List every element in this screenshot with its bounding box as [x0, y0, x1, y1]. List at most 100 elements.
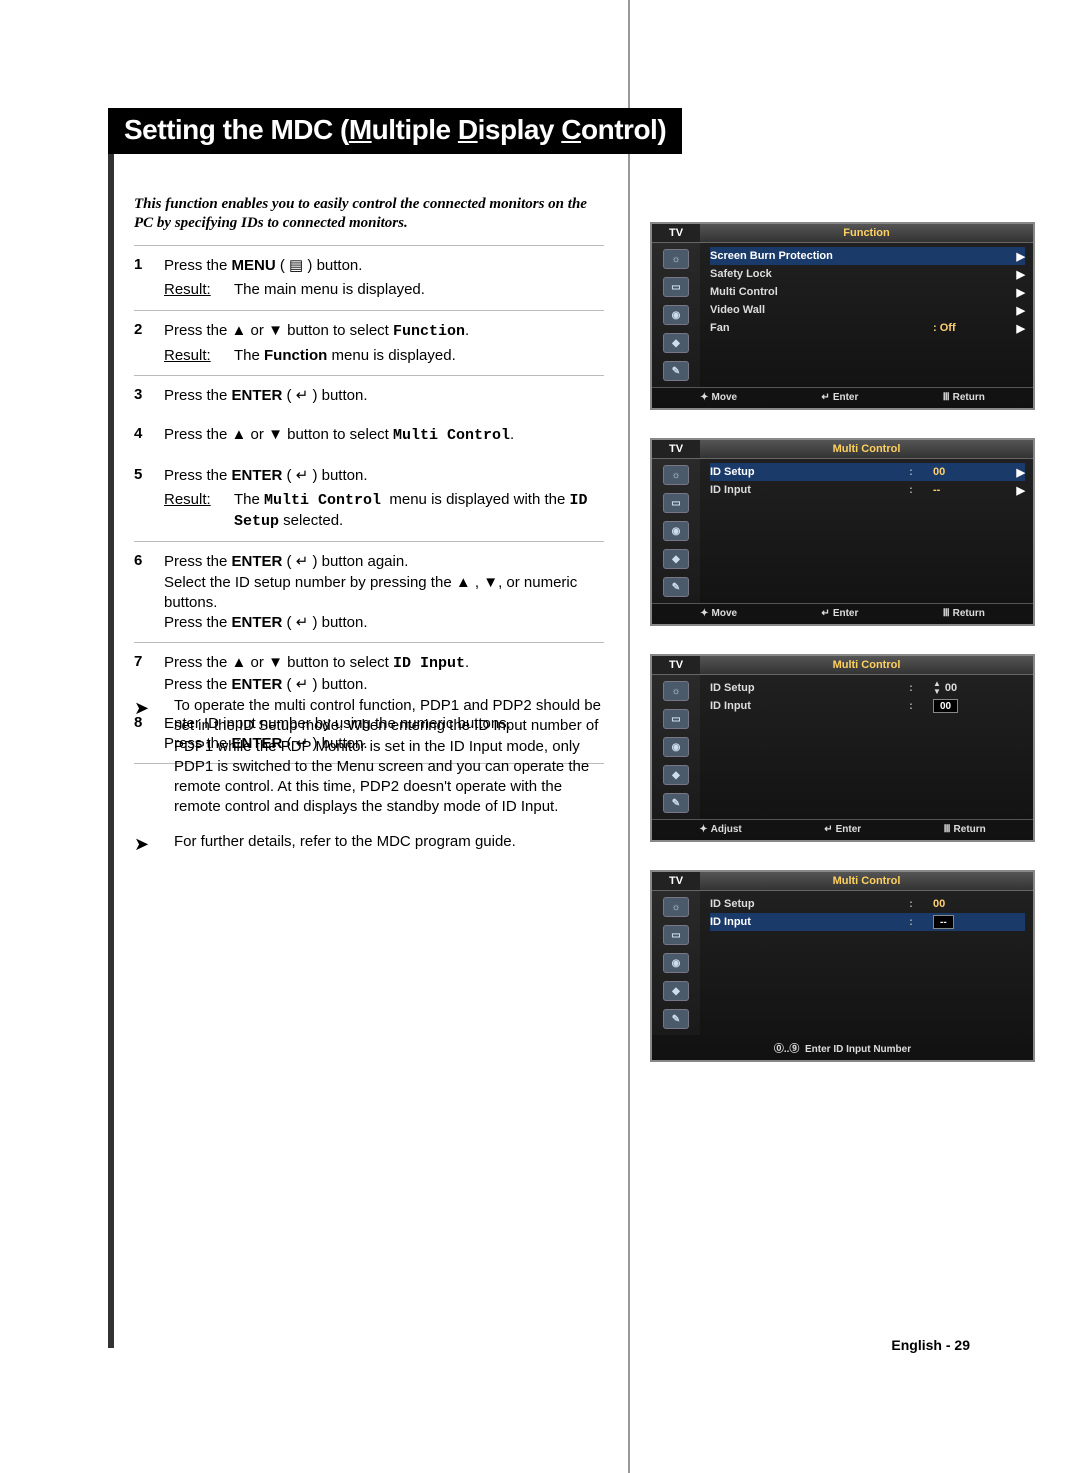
updown-icon: ✦ — [699, 824, 707, 835]
osd-menu-item: Multi Control▶ — [710, 283, 1025, 301]
chevron-right-icon: ▶ — [1007, 484, 1025, 497]
osd-cat-icon: ◉ — [663, 521, 689, 541]
osd-item-label: ID Setup — [710, 898, 889, 910]
osd-menu-item: Video Wall▶ — [710, 301, 1025, 319]
osd-cat-icon: ☼ — [663, 465, 689, 485]
osd-cat-icon: ▭ — [663, 925, 689, 945]
enter-icon: ↵ — [821, 392, 829, 403]
return-icon: Ⅲ — [944, 824, 951, 835]
numeric-icon: ⓪..⑨ — [774, 1044, 800, 1055]
return-icon: Ⅲ — [943, 608, 950, 619]
osd-footer: ✦ Move ↵ Enter Ⅲ Return — [652, 603, 1033, 621]
osd-value: -- — [933, 484, 1007, 496]
osd-menu-item: Safety Lock▶ — [710, 265, 1025, 283]
osd-header: TV Multi Control — [652, 656, 1033, 675]
osd-cat-icon: ◉ — [663, 953, 689, 973]
osd-multi-control-adjust: TV Multi Control ☼ ▭ ◉ ◆ ✎ ID Setup:▲▼00… — [650, 654, 1035, 842]
osd-function-menu: TV Function ☼ ▭ ◉ ◆ ✎ Screen Burn Protec… — [650, 222, 1035, 410]
step-text: Press the ENTER ( ↵ ) button again.Selec… — [164, 552, 604, 633]
step-text: Press the ▲ or ▼ button to select Functi… — [164, 321, 604, 367]
step-number: 4 — [134, 425, 164, 446]
spinner-icon: ▲▼ — [933, 680, 941, 696]
osd-cat-icon: ◆ — [663, 981, 689, 1001]
osd-category-icons: ☼ ▭ ◉ ◆ ✎ — [652, 459, 700, 603]
osd-footer: ⓪..⑨ Enter ID Input Number — [652, 1035, 1033, 1057]
chevron-right-icon: ▶ — [1007, 322, 1025, 335]
step-text: Press the ENTER ( ↵ ) button. — [164, 386, 604, 406]
osd-category-icons: ☼ ▭ ◉ ◆ ✎ — [652, 675, 700, 819]
osd-source-label: TV — [652, 440, 700, 458]
osd-cat-icon: ▭ — [663, 277, 689, 297]
chevron-right-icon: ▶ — [1007, 304, 1025, 317]
step-number: 1 — [134, 256, 164, 301]
osd-value: 00 — [933, 898, 1007, 910]
osd-source-label: TV — [652, 224, 700, 242]
note-text: For further details, refer to the MDC pr… — [174, 832, 604, 856]
step-number: 2 — [134, 321, 164, 367]
osd-cat-icon: ◉ — [663, 737, 689, 757]
osd-category-icons: ☼ ▭ ◉ ◆ ✎ — [652, 243, 700, 387]
result-label: Result: — [164, 490, 234, 533]
step-row: 3 Press the ENTER ( ↵ ) button. — [134, 375, 604, 415]
note-arrow-icon: ➤ — [134, 696, 174, 818]
osd-rows: ID Setup:▲▼00ID Input:00 — [700, 675, 1033, 819]
osd-cat-icon: ☼ — [663, 249, 689, 269]
result-body: The main menu is displayed. — [234, 280, 604, 300]
osd-boxed-value: 00 — [933, 699, 958, 713]
osd-item-label: ID Input — [710, 484, 889, 496]
osd-boxed-value: -- — [933, 915, 954, 929]
return-icon: Ⅲ — [943, 392, 950, 403]
osd-cat-icon: ▭ — [663, 709, 689, 729]
osd-header: TV Multi Control — [652, 440, 1033, 459]
step-text: Press the ▲ or ▼ button to select ID Inp… — [164, 653, 604, 695]
updown-icon: ✦ — [700, 392, 708, 403]
enter-icon: ↵ — [821, 608, 829, 619]
step-row: 7 Press the ▲ or ▼ button to select ID I… — [134, 642, 604, 704]
enter-icon: ↵ — [824, 824, 832, 835]
step-number: 5 — [134, 466, 164, 533]
page-title: Setting the MDC (Multiple Display Contro… — [108, 108, 682, 154]
notes-block: ➤To operate the multi control function, … — [134, 696, 604, 870]
osd-cat-icon: ◆ — [663, 765, 689, 785]
osd-cat-icon: ✎ — [663, 361, 689, 381]
osd-menu-item: ID Setup:▲▼00 — [710, 679, 1025, 697]
osd-item-label: Safety Lock — [710, 268, 1007, 280]
osd-category-icons: ☼ ▭ ◉ ◆ ✎ — [652, 891, 700, 1035]
osd-item-label: ID Setup — [710, 466, 889, 478]
step-row: 2 Press the ▲ or ▼ button to select Func… — [134, 310, 604, 376]
osd-cat-icon: ▭ — [663, 493, 689, 513]
chevron-right-icon: ▶ — [1007, 268, 1025, 281]
note-arrow-icon: ➤ — [134, 832, 174, 856]
vertical-divider — [628, 0, 630, 1473]
note-row: ➤For further details, refer to the MDC p… — [134, 832, 604, 856]
osd-title: Multi Control — [700, 872, 1033, 890]
osd-cat-icon: ◆ — [663, 333, 689, 353]
osd-menu-item: ID Input:-- — [710, 913, 1025, 931]
osd-title: Function — [700, 224, 1033, 242]
manual-page: Setting the MDC (Multiple Display Contro… — [0, 0, 1080, 1473]
updown-icon: ✦ — [700, 608, 708, 619]
osd-menu-item: ID Setup:00▶ — [710, 463, 1025, 481]
osd-value: 00 — [933, 466, 1007, 478]
osd-cat-icon: ✎ — [663, 577, 689, 597]
osd-cat-icon: ✎ — [663, 1009, 689, 1029]
step-row: 6 Press the ENTER ( ↵ ) button again.Sel… — [134, 541, 604, 642]
osd-value: : Off — [933, 322, 1007, 334]
osd-source-label: TV — [652, 656, 700, 674]
chevron-right-icon: ▶ — [1007, 286, 1025, 299]
osd-title: Multi Control — [700, 440, 1033, 458]
step-row: 1 Press the MENU ( ▤ ) button.Result:The… — [134, 245, 604, 310]
intro-paragraph: This function enables you to easily cont… — [134, 195, 604, 233]
note-row: ➤To operate the multi control function, … — [134, 696, 604, 818]
osd-cat-icon: ☼ — [663, 897, 689, 917]
step-text: Press the ▲ or ▼ button to select Multi … — [164, 425, 604, 446]
osd-cat-icon: ✎ — [663, 793, 689, 813]
page-footer: English - 29 — [891, 1337, 970, 1353]
step-number: 7 — [134, 653, 164, 695]
result-label: Result: — [164, 280, 234, 300]
osd-rows: ID Setup:00ID Input:-- — [700, 891, 1033, 1035]
chevron-right-icon: ▶ — [1007, 250, 1025, 263]
step-text: Press the ENTER ( ↵ ) button.Result:The … — [164, 466, 604, 533]
osd-item-label: ID Input — [710, 916, 889, 928]
result-body: The Function menu is displayed. — [234, 346, 604, 366]
